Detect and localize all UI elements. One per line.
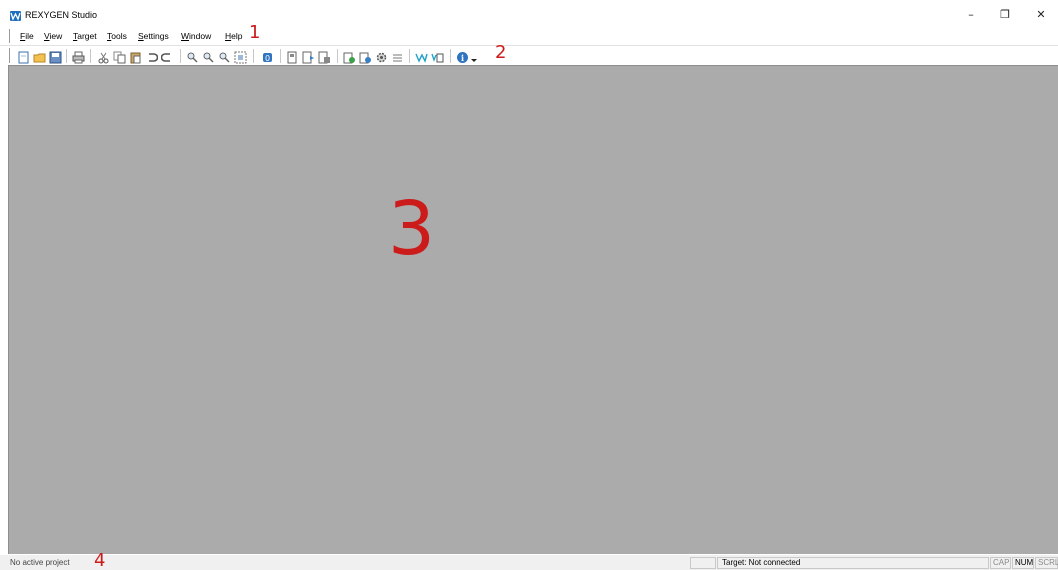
svg-text:0: 0	[265, 54, 270, 63]
status-target: Target: Not connected	[717, 557, 989, 569]
menu-target[interactable]: Target	[73, 31, 97, 41]
cut-icon[interactable]	[97, 49, 110, 64]
menu-view[interactable]: View	[44, 31, 62, 41]
menu-tools[interactable]: Tools	[107, 31, 127, 41]
compile-icon[interactable]: 0	[261, 49, 274, 63]
dropdown-arrow-icon[interactable]	[470, 49, 478, 62]
menu-settings[interactable]: Settings	[138, 31, 169, 41]
toolbar-separator	[180, 49, 181, 63]
svg-text:i: i	[461, 53, 464, 63]
app-logo-icon	[10, 11, 21, 21]
status-pane-empty	[690, 557, 716, 569]
redo-icon[interactable]	[160, 49, 174, 62]
paste-icon[interactable]	[129, 49, 142, 64]
status-cap-indicator: CAP	[990, 557, 1011, 569]
callout-toolbar-number: 2	[495, 42, 507, 63]
new-file-icon[interactable]	[17, 49, 30, 64]
zoom-fit-icon[interactable]	[234, 49, 247, 64]
toolbar-separator	[90, 49, 91, 63]
status-num-indicator: NUM	[1012, 557, 1034, 569]
open-folder-icon[interactable]	[33, 49, 46, 63]
toolbar-separator	[253, 49, 254, 63]
list-icon[interactable]	[391, 49, 404, 62]
watch-icon[interactable]	[415, 49, 428, 63]
target-download-icon[interactable]	[302, 49, 315, 64]
save-icon[interactable]	[49, 49, 62, 64]
print-icon[interactable]	[72, 49, 85, 64]
menu-help[interactable]: Help	[225, 31, 242, 41]
toolbar-grip[interactable]	[9, 48, 10, 63]
toolbar: 0 i	[0, 45, 1058, 65]
toolbar-separator	[337, 49, 338, 63]
status-scrl-indicator: SCRL	[1035, 557, 1058, 569]
undo-icon[interactable]	[145, 49, 159, 62]
diagnostics-icon[interactable]	[343, 49, 356, 64]
menu-window[interactable]: Window	[181, 31, 211, 41]
close-button[interactable]: ✕	[1033, 8, 1049, 22]
toolbar-separator	[280, 49, 281, 63]
menubar-grip[interactable]	[9, 29, 10, 43]
workspace-area[interactable]	[8, 65, 1058, 554]
zoom-out-icon[interactable]	[202, 49, 215, 63]
minimize-button[interactable]: –	[963, 8, 979, 22]
menu-bar: File View Target Tools Settings Window H…	[0, 28, 1058, 44]
toolbar-separator	[450, 49, 451, 63]
zoom-reset-icon[interactable]	[218, 49, 231, 63]
target-upload-icon[interactable]	[318, 49, 331, 64]
title-bar[interactable]: REXYGEN Studio – ❐ ✕	[0, 0, 1058, 28]
info-icon[interactable]: i	[456, 49, 469, 63]
target-connect-icon[interactable]	[286, 49, 299, 64]
callout-menu-number: 1	[249, 22, 261, 43]
copy-icon[interactable]	[113, 49, 126, 64]
callout-workspace-number: 3	[388, 186, 436, 272]
status-bar: No active project Target: Not connected …	[0, 555, 1058, 570]
toolbar-separator	[66, 49, 67, 63]
menu-file[interactable]: File	[20, 31, 34, 41]
status-message: No active project	[10, 558, 70, 567]
window-title: REXYGEN Studio	[25, 10, 98, 20]
callout-status-number: 4	[94, 550, 106, 570]
settings-gear-icon[interactable]	[375, 49, 388, 63]
monitor-icon[interactable]	[359, 49, 372, 64]
trend-icon[interactable]	[431, 49, 444, 63]
app-window: REXYGEN Studio – ❐ ✕ File View Target To…	[0, 0, 1058, 570]
maximize-button[interactable]: ❐	[997, 8, 1013, 22]
zoom-in-icon[interactable]	[186, 49, 199, 63]
toolbar-separator	[409, 49, 410, 63]
